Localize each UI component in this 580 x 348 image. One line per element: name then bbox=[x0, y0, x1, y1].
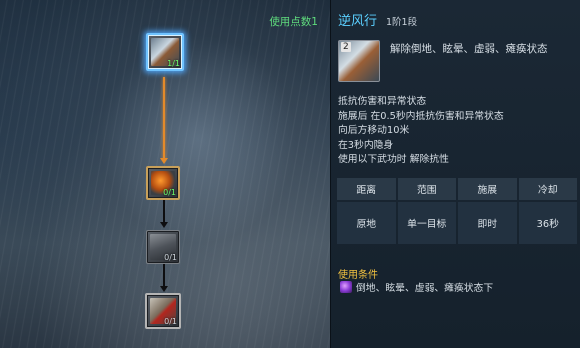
skill-node-3[interactable]: 0/1 bbox=[146, 230, 180, 264]
tree-link-active bbox=[163, 77, 165, 160]
skill-node-level: 0/1 bbox=[164, 253, 177, 262]
description-line: 使用以下武功时 解除抗性 bbox=[338, 154, 449, 165]
tree-link-arrow bbox=[160, 286, 168, 292]
description-line: 在3秒内隐身 bbox=[338, 139, 394, 151]
skill-node-4[interactable]: 0/1 bbox=[145, 293, 181, 329]
tree-link bbox=[163, 200, 165, 224]
condition-text: 倒地、眩晕、虚弱、瘫痪状态下 bbox=[356, 283, 494, 294]
skill-node-level: 0/1 bbox=[163, 188, 176, 197]
stat-value-range: 原地 bbox=[337, 202, 396, 244]
stat-header-cooldown: 冷却 bbox=[518, 178, 577, 200]
skill-node-nifengxing[interactable]: 1/1 bbox=[146, 33, 184, 71]
points-used-label: 使用点数1 bbox=[269, 16, 318, 28]
skill-info-panel: 逆风行 1阶1段 2 解除倒地、眩晕、虚弱、瘫痪状态 抵抗伤害和异常状态 施展后… bbox=[330, 0, 580, 348]
stat-value-area: 单一目标 bbox=[397, 202, 456, 244]
stats-value-row: 原地 单一目标 即时 36秒 bbox=[337, 202, 577, 244]
skill-stats-table: 距离 范围 施展 冷却 原地 单一目标 即时 36秒 bbox=[337, 178, 577, 246]
skill-level: 1阶1段 bbox=[386, 17, 418, 28]
skill-node-2[interactable]: 0/1 bbox=[146, 166, 180, 200]
skill-tree-panel: 使用点数1 1/1 0/1 0/1 0/1 bbox=[0, 0, 330, 348]
stat-header-range: 距离 bbox=[337, 178, 396, 200]
skill-icon-badge: 2 bbox=[341, 42, 351, 52]
skill-summary: 解除倒地、眩晕、虚弱、瘫痪状态 bbox=[390, 43, 548, 55]
condition-title: 使用条件 bbox=[338, 270, 378, 281]
tree-link-arrow bbox=[160, 222, 168, 228]
description-line: 抵抗伤害和异常状态 bbox=[338, 96, 427, 107]
skill-description: 抵抗伤害和异常状态 施展后 在0.5秒内抵抗伤害和异常状态 向后方移动10米 在… bbox=[338, 95, 504, 168]
stat-value-cooldown: 36秒 bbox=[518, 202, 577, 244]
stats-header-row: 距离 范围 施展 冷却 bbox=[337, 178, 577, 200]
status-effect-icon bbox=[340, 281, 352, 293]
stat-header-area: 范围 bbox=[397, 178, 456, 200]
stat-header-cast: 施展 bbox=[458, 178, 517, 200]
skill-node-level: 1/1 bbox=[167, 59, 180, 68]
sword-skill-icon: 2 bbox=[338, 40, 380, 82]
tree-link-arrow bbox=[160, 158, 168, 164]
description-line: 施展后 在0.5秒内抵抗伤害和异常状态 bbox=[338, 110, 504, 122]
stat-value-cast: 即时 bbox=[458, 202, 517, 244]
skill-node-level: 0/1 bbox=[164, 317, 177, 326]
description-line: 向后方移动10米 bbox=[338, 125, 410, 136]
tree-link bbox=[163, 264, 165, 288]
skill-name: 逆风行 bbox=[338, 14, 378, 29]
